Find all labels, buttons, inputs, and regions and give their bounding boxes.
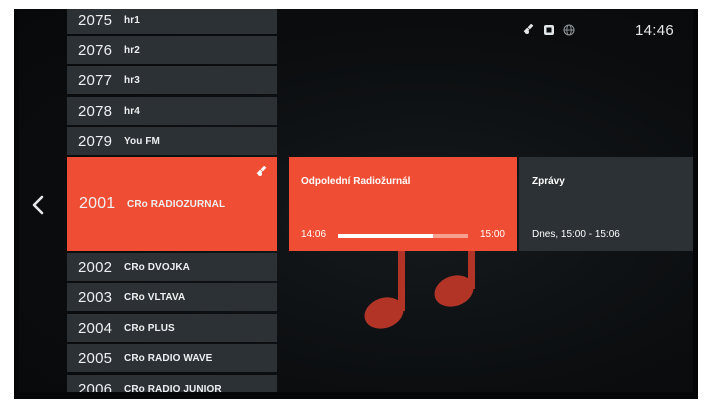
status-bar: 14:46	[523, 22, 693, 42]
channel-name: hr2	[124, 44, 140, 56]
program-title: Odpolední Radiožurnál	[301, 176, 411, 187]
channel-row-2078[interactable]: 2078 hr4	[67, 97, 277, 125]
satellite-icon	[256, 166, 267, 176]
tv-guide: 2075 hr1 2076 hr2 2077 hr3 2078 hr4 2079…	[19, 9, 693, 392]
current-program-card[interactable]: Odpolední Radiožurnál 14:06 15:00	[289, 157, 517, 251]
channel-number: 2079	[78, 132, 113, 150]
status-icons	[523, 24, 575, 36]
program-end-time: 15:00	[479, 229, 505, 240]
channel-name: You FM	[124, 135, 160, 147]
next-program-title: Zprávy	[532, 176, 565, 187]
channel-name: CRo VLTAVA	[124, 291, 186, 303]
channel-row-2075[interactable]: 2075 hr1	[67, 9, 277, 34]
channel-number: 2005	[78, 349, 113, 367]
channel-name: hr1	[124, 14, 140, 26]
record-icon	[544, 25, 554, 35]
channel-number: 2076	[78, 41, 113, 59]
channel-name: hr4	[124, 105, 140, 117]
channel-name: CRo RADIOZURNAL	[127, 198, 226, 210]
channel-name: CRo RADIO JUNIOR	[124, 383, 222, 393]
program-start-time: 14:06	[301, 229, 327, 240]
channel-row-2002[interactable]: 2002 CRo DVOJKA	[67, 253, 277, 281]
channel-number: 2078	[78, 102, 113, 120]
channel-number: 2077	[78, 71, 113, 89]
channel-row-2077[interactable]: 2077 hr3	[67, 66, 277, 94]
next-program-card[interactable]: Zprávy Dnes, 15:00 - 15:06	[519, 157, 693, 251]
program-progress-bar	[338, 234, 468, 238]
channel-row-2079[interactable]: 2079 You FM	[67, 127, 277, 155]
channel-number: 2006	[78, 380, 113, 393]
tv-screen: 2075 hr1 2076 hr2 2077 hr3 2078 hr4 2079…	[14, 9, 698, 399]
chevron-left-icon[interactable]	[31, 194, 45, 216]
channel-row-2001-selected[interactable]: 2001 CRo RADIOZURNAL	[67, 157, 277, 251]
channel-name: hr3	[124, 74, 140, 86]
clock: 14:46	[634, 22, 674, 39]
channel-number: 2001	[79, 195, 116, 212]
channel-name: CRo RADIO WAVE	[124, 352, 213, 364]
program-progress-fill	[338, 234, 433, 238]
satellite-icon	[523, 24, 534, 34]
channel-number: 2004	[78, 319, 113, 337]
channel-name: CRo PLUS	[124, 322, 175, 334]
channel-list: 2075 hr1 2076 hr2 2077 hr3 2078 hr4 2079…	[67, 9, 277, 392]
channel-number: 2003	[78, 288, 113, 306]
channel-name: CRo DVOJKA	[124, 261, 191, 273]
globe-icon	[563, 24, 575, 36]
channel-row-2003[interactable]: 2003 CRo VLTAVA	[67, 283, 277, 311]
channel-row-2004[interactable]: 2004 CRo PLUS	[67, 314, 277, 342]
channel-number: 2002	[78, 258, 113, 276]
channel-number: 2075	[78, 11, 113, 29]
channel-row-2076[interactable]: 2076 hr2	[67, 36, 277, 64]
channel-row-2005[interactable]: 2005 CRo RADIO WAVE	[67, 344, 277, 372]
channel-row-2006[interactable]: 2006 CRo RADIO JUNIOR	[67, 375, 277, 392]
next-program-time: Dnes, 15:00 - 15:06	[532, 229, 620, 240]
